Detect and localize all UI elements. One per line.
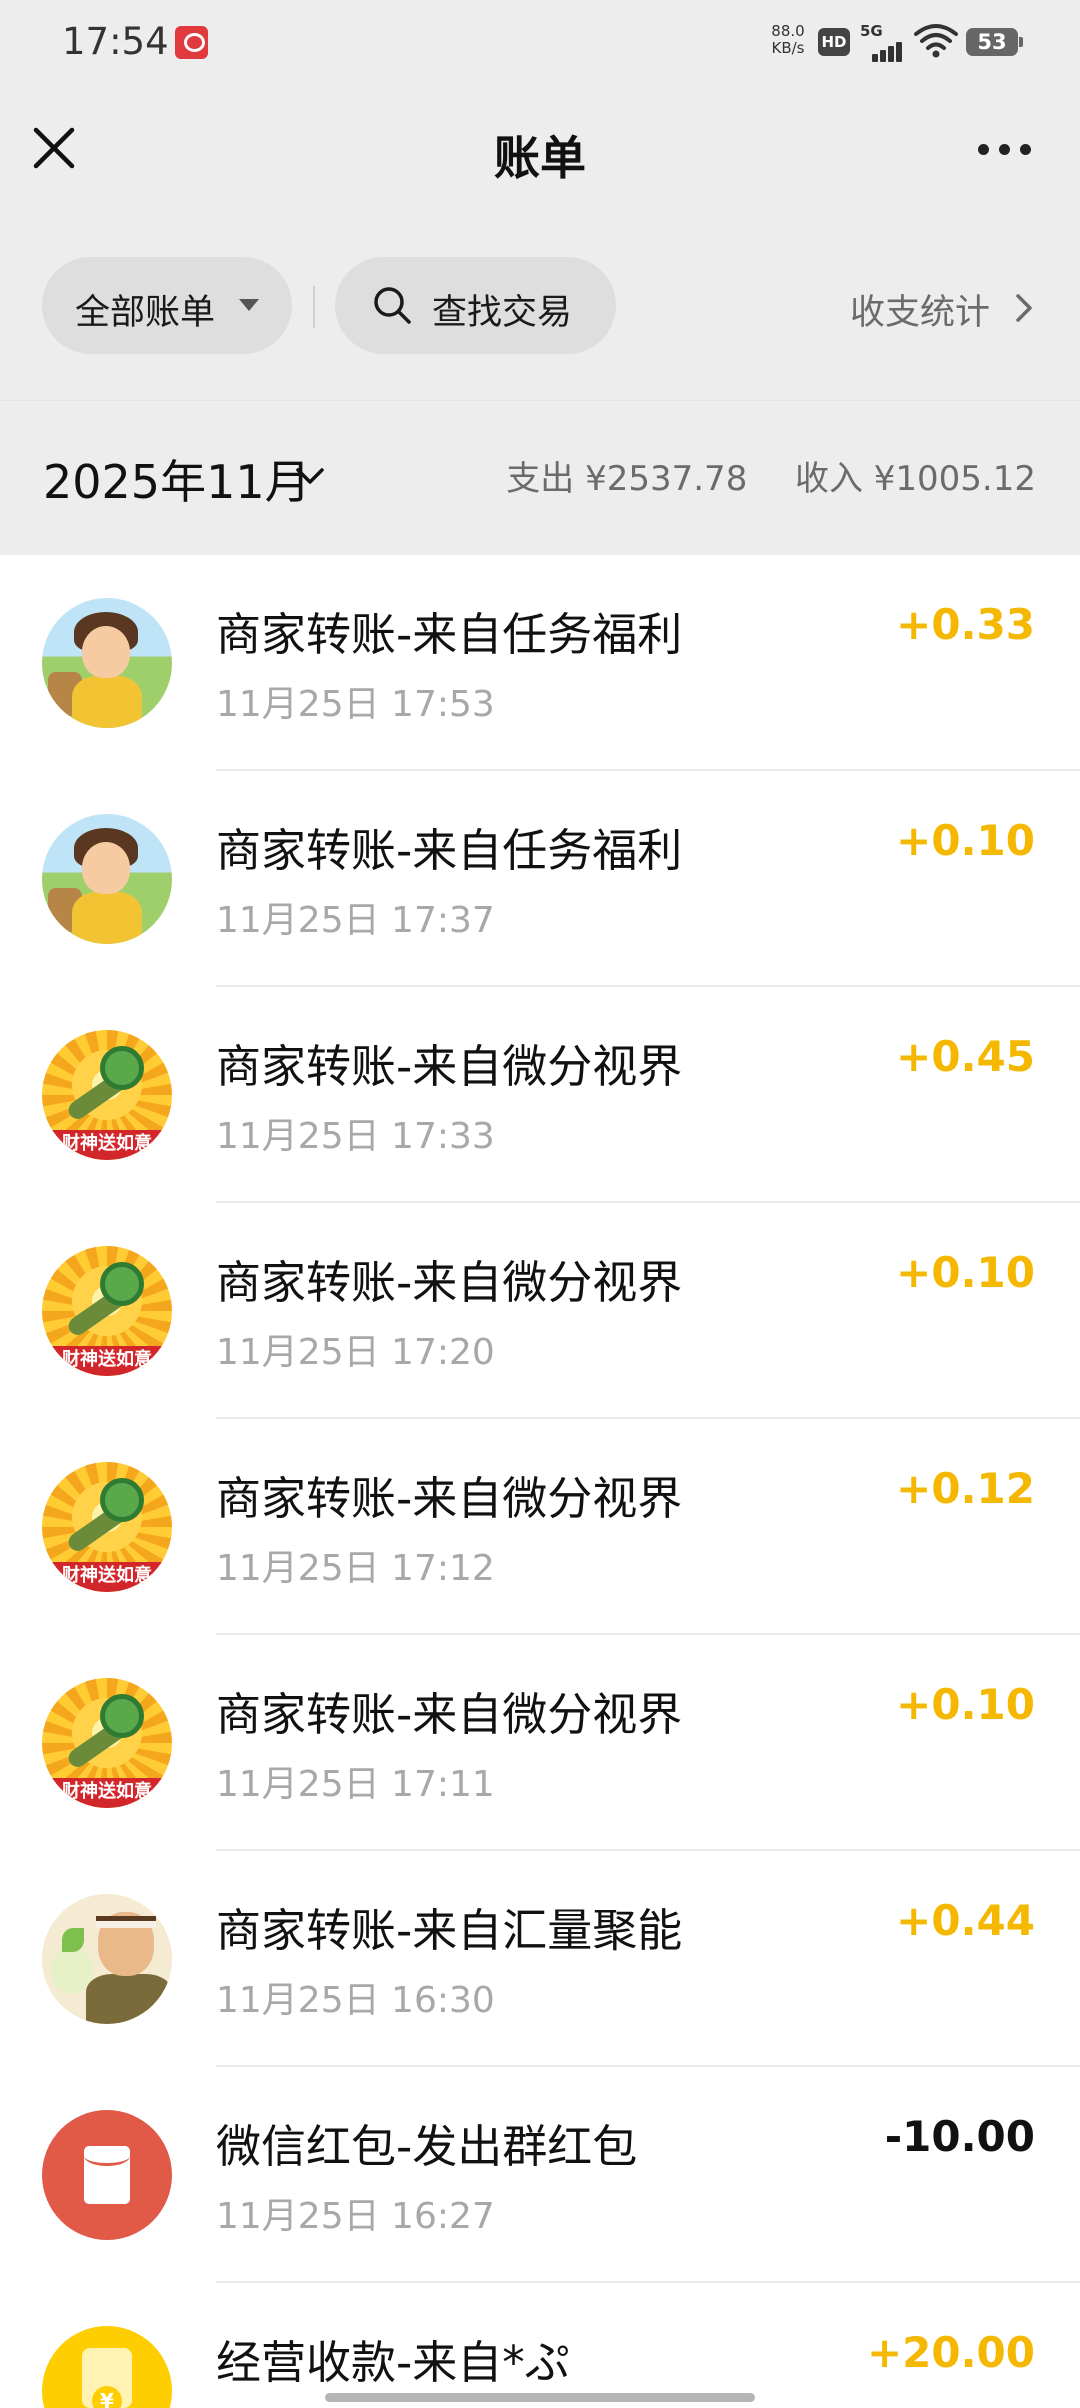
transaction-time: 11月25日 17:37 bbox=[216, 900, 495, 941]
transaction-amount: +0.10 bbox=[896, 1680, 1035, 1729]
status-bar: 17:54 88.0 KB/s HD 5G 53 bbox=[0, 0, 1080, 86]
girl-avatar bbox=[42, 814, 172, 944]
transaction-amount: +0.33 bbox=[896, 600, 1035, 649]
search-icon bbox=[374, 287, 411, 324]
transaction-time: 11月25日 17:53 bbox=[216, 684, 495, 725]
status-time: 17:54 bbox=[62, 20, 169, 63]
transaction-amount: +0.10 bbox=[896, 1248, 1035, 1297]
ruyi-avatar: 财神送如意 bbox=[42, 1678, 172, 1808]
transaction-title: 商家转账-来自微分视界 bbox=[216, 1256, 683, 1309]
transaction-amount: +0.44 bbox=[896, 1896, 1035, 1945]
transaction-amount: +0.12 bbox=[896, 1464, 1035, 1513]
transaction-row[interactable]: 商家转账-来自任务福利 11月25日 17:53 +0.33 bbox=[0, 555, 1080, 771]
search-transactions-button[interactable]: 查找交易 bbox=[335, 257, 616, 354]
transaction-title: 商家转账-来自微分视界 bbox=[216, 1472, 683, 1525]
caret-down-icon bbox=[239, 299, 259, 311]
avatar-banner-text: 财神送如意 bbox=[42, 1346, 172, 1376]
nav-bar: 账单 bbox=[0, 86, 1080, 216]
ruyi-avatar: 财神送如意 bbox=[42, 1030, 172, 1160]
red-packet-icon bbox=[42, 2110, 172, 2240]
transaction-time: 11月25日 17:12 bbox=[216, 1548, 495, 1589]
transaction-title: 商家转账-来自微分视界 bbox=[216, 1040, 683, 1093]
transaction-time: 11月25日 16:27 bbox=[216, 2196, 495, 2237]
chevron-right-icon[interactable] bbox=[1012, 288, 1036, 328]
hd-icon: HD bbox=[818, 28, 850, 56]
transaction-amount: +0.45 bbox=[896, 1032, 1035, 1081]
transaction-amount: -10.00 bbox=[884, 2112, 1035, 2161]
transaction-title: 经营收款-来自*ぷ bbox=[216, 2336, 570, 2389]
transaction-amount: +20.00 bbox=[866, 2328, 1035, 2377]
app-notification-icon bbox=[175, 26, 208, 59]
home-indicator[interactable] bbox=[325, 2393, 755, 2402]
transaction-title: 商家转账-来自任务福利 bbox=[216, 824, 683, 877]
filter-row: 全部账单 查找交易 收支统计 bbox=[0, 216, 1080, 400]
income-total: ¥1005.12 bbox=[873, 459, 1036, 499]
transaction-row[interactable]: 财神送如意 商家转账-来自微分视界 11月25日 17:12 +0.12 bbox=[0, 1419, 1080, 1635]
transaction-row[interactable]: 微信红包-发出群红包 11月25日 16:27 -10.00 bbox=[0, 2067, 1080, 2283]
more-options-icon[interactable] bbox=[978, 142, 1032, 158]
ruyi-avatar: 财神送如意 bbox=[42, 1462, 172, 1592]
girl-avatar bbox=[42, 598, 172, 728]
ruyi-avatar: 财神送如意 bbox=[42, 1246, 172, 1376]
avatar-banner-text: 财神送如意 bbox=[42, 1562, 172, 1592]
transaction-row[interactable]: 商家转账-来自任务福利 11月25日 17:37 +0.10 bbox=[0, 771, 1080, 987]
transaction-row[interactable]: 财神送如意 商家转账-来自微分视界 11月25日 17:11 +0.10 bbox=[0, 1635, 1080, 1851]
transaction-title: 商家转账-来自汇量聚能 bbox=[216, 1904, 683, 1957]
month-header: 2025年11月 支出 ¥2537.78 收入 ¥1005.12 bbox=[0, 400, 1080, 555]
expense-label: 支出 bbox=[506, 459, 575, 499]
coin-symbol: ¥ bbox=[92, 2386, 122, 2408]
transaction-title: 商家转账-来自任务福利 bbox=[216, 608, 683, 661]
transaction-title: 微信红包-发出群红包 bbox=[216, 2120, 638, 2173]
chevron-down-icon[interactable] bbox=[293, 459, 327, 493]
income-expense-stats-link[interactable]: 收支统计 bbox=[850, 284, 990, 335]
wifi-icon bbox=[914, 24, 958, 58]
expense-total: ¥2537.78 bbox=[585, 459, 748, 499]
transaction-time: 11月25日 17:20 bbox=[216, 1332, 495, 1373]
transaction-amount: +0.10 bbox=[896, 816, 1035, 865]
all-bills-label: 全部账单 bbox=[75, 293, 216, 333]
transaction-row[interactable]: 商家转账-来自汇量聚能 11月25日 16:30 +0.44 bbox=[0, 1851, 1080, 2067]
battery-icon: 53 bbox=[966, 28, 1023, 56]
month-summary: 支出 ¥2537.78 收入 ¥1005.12 bbox=[506, 451, 1036, 500]
avatar-banner-text: 财神送如意 bbox=[42, 1778, 172, 1808]
transaction-time: 11月25日 17:11 bbox=[216, 1764, 495, 1805]
avatar-banner-text: 财神送如意 bbox=[42, 1130, 172, 1160]
transaction-row[interactable]: ¥ 经营收款-来自*ぷ +20.00 bbox=[0, 2283, 1080, 2408]
signal-icon: 5G bbox=[858, 22, 906, 62]
network-speed: 88.0 KB/s bbox=[771, 22, 805, 57]
transaction-row[interactable]: 财神送如意 商家转账-来自微分视界 11月25日 17:33 +0.45 bbox=[0, 987, 1080, 1203]
farmer-avatar bbox=[42, 1894, 172, 2024]
transaction-time: 11月25日 16:30 bbox=[216, 1980, 495, 2021]
income-label: 收入 bbox=[794, 459, 863, 499]
transaction-row[interactable]: 财神送如意 商家转账-来自微分视界 11月25日 17:20 +0.10 bbox=[0, 1203, 1080, 1419]
page-title: 账单 bbox=[494, 131, 586, 185]
month-selector[interactable]: 2025年11月 bbox=[43, 446, 311, 512]
business-receipt-icon: ¥ bbox=[42, 2326, 172, 2408]
transaction-list: 商家转账-来自任务福利 11月25日 17:53 +0.33 商家转账-来自任务… bbox=[0, 555, 1080, 2408]
transaction-time: 11月25日 17:33 bbox=[216, 1116, 495, 1157]
search-label: 查找交易 bbox=[432, 293, 573, 333]
all-bills-filter-button[interactable]: 全部账单 bbox=[42, 257, 292, 354]
transaction-title: 商家转账-来自微分视界 bbox=[216, 1688, 683, 1741]
filter-divider bbox=[313, 286, 315, 328]
